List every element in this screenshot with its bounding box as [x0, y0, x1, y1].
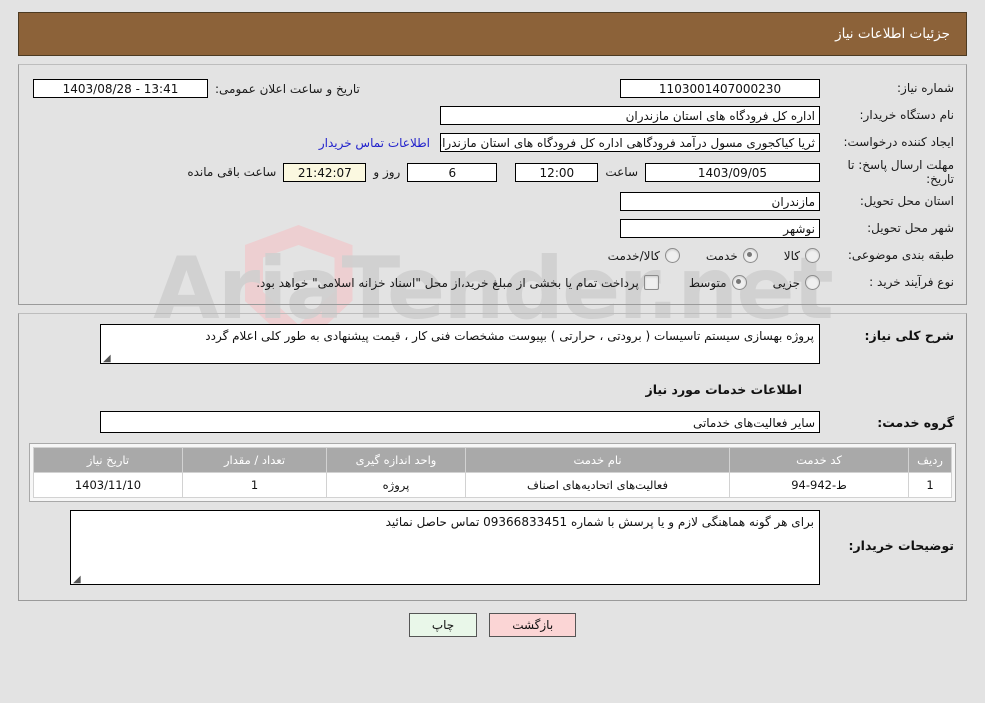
row-requester: ایجاد کننده درخواست: ثریا کیاکجوری مسول …	[23, 129, 962, 156]
need-summary-panel: شماره نیاز: 1103001407000230 تاریخ و ساع…	[18, 64, 967, 305]
classification-option-kala-khedmat[interactable]: کالا/خدمت	[608, 248, 680, 263]
buyer-notes-value: برای هر گونه هماهنگی لازم و یا پرسش با ش…	[385, 515, 814, 529]
delivery-city-field: نوشهر	[620, 219, 820, 238]
row-general-desc: شرح کلی نیاز: پروژه بهسازی سیستم تاسیسات…	[23, 324, 962, 370]
countdown-field: 21:42:07	[283, 162, 367, 182]
table-row: 1 ط-942-94 فعالیت‌های اتحادیه‌های اصناف …	[33, 472, 952, 498]
cell-row-index: 1	[908, 472, 952, 498]
resize-grip-icon[interactable]: ◢	[73, 575, 81, 585]
radio-icon[interactable]	[664, 248, 680, 263]
row-delivery-city: شهر محل تحویل: نوشهر	[23, 215, 962, 242]
back-button[interactable]: بازگشت	[489, 613, 577, 637]
row-delivery-province: استان محل تحویل: مازندران	[23, 188, 962, 215]
row-need-number: شماره نیاز: 1103001407000230 تاریخ و ساع…	[23, 75, 962, 102]
th-service-code: کد خدمت	[729, 447, 909, 473]
deadline-hour-field: 12:00	[515, 162, 599, 182]
purchase-type-label: نوع فرآیند خرید :	[869, 275, 954, 289]
buyer-org-field: اداره کل فرودگاه های استان مازندران	[440, 106, 820, 125]
countdown-label: ساعت باقی مانده	[187, 165, 277, 179]
cell-service-name: فعالیت‌های اتحادیه‌های اصناف	[465, 472, 730, 498]
th-service-name: نام خدمت	[465, 447, 730, 473]
th-quantity: تعداد / مقدار	[182, 447, 327, 473]
classification-option-kala[interactable]: کالا	[784, 248, 820, 263]
row-deadline: مهلت ارسال پاسخ: تا تاریخ: 1403/09/05 سا…	[23, 156, 962, 188]
resize-grip-icon[interactable]: ◢	[103, 354, 111, 364]
radio-icon[interactable]	[805, 275, 820, 290]
cell-quantity: 1	[182, 472, 327, 498]
classification-option-label: کالا/خدمت	[607, 248, 660, 263]
row-purchase-type: نوع فرآیند خرید : جزیی متوسط پرداخت تمام…	[23, 269, 962, 296]
page-title: جزئیات اطلاعات نیاز	[835, 26, 950, 42]
th-need-date: تاریخ نیاز	[33, 447, 183, 473]
public-announce-label: تاریخ و ساعت اعلان عمومی:	[215, 81, 360, 96]
public-announce-field: 13:41 - 1403/08/28	[33, 79, 208, 98]
service-group-label: گروه خدمت:	[877, 414, 954, 430]
buyer-org-label: نام دستگاه خریدار:	[859, 108, 955, 122]
table-header-row: ردیف کد خدمت نام خدمت واحد اندازه گیری ت…	[33, 447, 952, 473]
general-desc-value: پروژه بهسازی سیستم تاسیسات ( برودتی ، حر…	[205, 329, 814, 343]
classification-radio-group: کالا خدمت کالا/خدمت	[582, 248, 820, 263]
general-desc-label: شرح کلی نیاز:	[864, 328, 954, 343]
remaining-days-label: روز و	[373, 165, 401, 179]
treasury-bonds-checkbox-item[interactable]: پرداخت تمام یا بخشی از مبلغ خرید،از محل …	[256, 275, 659, 290]
buyer-contact-link[interactable]: اطلاعات تماس خریدار	[309, 136, 440, 150]
th-row-index: ردیف	[908, 447, 952, 473]
th-unit: واحد اندازه گیری	[326, 447, 466, 473]
requester-field: ثریا کیاکجوری مسول درآمد فرودگاهی اداره …	[440, 133, 820, 152]
cell-service-code: ط-942-94	[729, 472, 909, 498]
general-desc-textarea[interactable]: پروژه بهسازی سیستم تاسیسات ( برودتی ، حر…	[100, 324, 820, 364]
buyer-notes-textarea[interactable]: برای هر گونه هماهنگی لازم و یا پرسش با ش…	[70, 510, 820, 585]
services-section-title: اطلاعات خدمات مورد نیاز	[645, 382, 803, 397]
treasury-bonds-label: پرداخت تمام یا بخشی از مبلغ خرید،از محل …	[256, 275, 639, 290]
row-buyer-org: نام دستگاه خریدار: اداره کل فرودگاه های …	[23, 102, 962, 129]
row-classification: طبقه بندی موضوعی: کالا خدمت کالا/خدمت	[23, 242, 962, 269]
services-table: ردیف کد خدمت نام خدمت واحد اندازه گیری ت…	[33, 447, 952, 498]
requester-label: ایجاد کننده درخواست:	[843, 135, 954, 149]
row-service-group: گروه خدمت: سایر فعالیت‌های خدماتی	[23, 407, 962, 437]
purchase-type-option-motavaset[interactable]: متوسط	[689, 275, 747, 290]
service-group-field: سایر فعالیت‌های خدماتی	[100, 411, 820, 433]
classification-option-label: خدمت	[705, 248, 738, 263]
need-number-label: شماره نیاز:	[897, 81, 954, 95]
purchase-type-option-jozii[interactable]: جزیی	[773, 275, 820, 290]
deadline-label: مهلت ارسال پاسخ: تا تاریخ:	[847, 158, 954, 186]
deadline-hour-label: ساعت	[605, 165, 638, 179]
cell-need-date: 1403/11/10	[33, 472, 183, 498]
deadline-date-field: 1403/09/05	[645, 162, 820, 182]
buyer-notes-label: توضیحات خریدار:	[848, 538, 954, 553]
classification-label: طبقه بندی موضوعی:	[847, 248, 954, 262]
classification-option-label: کالا	[783, 248, 800, 263]
need-details-panel: شرح کلی نیاز: پروژه بهسازی سیستم تاسیسات…	[18, 313, 967, 601]
need-number-field: 1103001407000230	[620, 79, 820, 98]
radio-icon[interactable]	[731, 275, 747, 290]
page-header: جزئیات اطلاعات نیاز	[18, 12, 967, 56]
footer-actions: بازگشت چاپ	[0, 613, 985, 637]
cell-unit: پروژه	[326, 472, 466, 498]
remaining-days-field: 6	[407, 162, 498, 182]
delivery-province-label: استان محل تحویل:	[859, 194, 954, 208]
checkbox-icon[interactable]	[643, 275, 659, 290]
print-button[interactable]: چاپ	[408, 613, 478, 637]
radio-icon[interactable]	[805, 248, 820, 263]
purchase-type-option-label: متوسط	[688, 275, 727, 290]
row-buyer-notes: توضیحات خریدار: برای هر گونه هماهنگی لاز…	[23, 510, 962, 590]
purchase-type-radio-group: جزیی متوسط پرداخت تمام یا بخشی از مبلغ خ…	[230, 275, 820, 290]
purchase-type-option-label: جزیی	[772, 275, 800, 290]
delivery-city-label: شهر محل تحویل:	[867, 221, 954, 235]
delivery-province-field: مازندران	[620, 192, 820, 211]
radio-icon[interactable]	[742, 248, 758, 263]
services-table-container: ردیف کد خدمت نام خدمت واحد اندازه گیری ت…	[29, 443, 956, 502]
classification-option-khedmat[interactable]: خدمت	[706, 248, 758, 263]
